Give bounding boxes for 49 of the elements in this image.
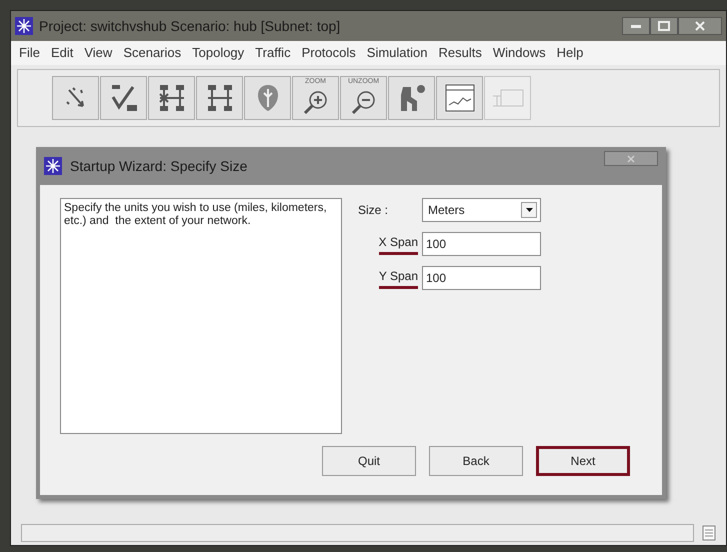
zoom-in-icon: [302, 90, 328, 114]
dropdown-arrow-button[interactable]: [521, 202, 537, 218]
zoom-out-icon: [350, 90, 376, 114]
wizard-button[interactable]: Next: [536, 446, 630, 476]
minimize-icon: [631, 24, 641, 28]
maximize-button[interactable]: [650, 17, 678, 35]
menu-item[interactable]: File: [15, 43, 44, 63]
menu-item[interactable]: Scenarios: [119, 43, 186, 63]
menu-item[interactable]: Help: [552, 43, 588, 63]
dropdown-value: Meters: [428, 202, 465, 219]
menu-item[interactable]: Edit: [46, 43, 78, 63]
toolbar-button[interactable]: [148, 76, 195, 120]
shield-icon: [256, 83, 280, 113]
linked-nodes-icon: [156, 83, 186, 113]
maximize-icon: [658, 21, 670, 31]
close-button[interactable]: [678, 17, 722, 35]
menu-item[interactable]: Topology: [188, 43, 248, 63]
menu-item[interactable]: Windows: [488, 43, 550, 63]
menu-item[interactable]: Traffic: [251, 43, 295, 63]
star-logo-icon: [15, 17, 33, 35]
toolbar-button[interactable]: [100, 76, 147, 120]
toolbar-button[interactable]: [52, 76, 99, 120]
toolbar-button[interactable]: [436, 76, 483, 120]
span-label: Y Span: [378, 267, 418, 289]
close-icon: [627, 154, 635, 162]
toolbar-button[interactable]: [388, 76, 435, 120]
menu-item[interactable]: Simulation: [362, 43, 432, 63]
star-logo-icon: [44, 157, 62, 175]
size-label: Size :: [358, 202, 390, 219]
menu-item[interactable]: View: [80, 43, 116, 63]
description-text: Specify the units you wish to use (miles, kilometers, etc.) and the extent of your network.: [64, 202, 328, 228]
dialog-title: Startup Wizard: Specify Size: [70, 156, 248, 176]
minimize-button[interactable]: [622, 17, 650, 35]
dialog-close-button[interactable]: [604, 151, 658, 166]
checkmark-network-icon: [108, 83, 138, 113]
span-input[interactable]: 100: [422, 232, 541, 256]
wizard-button[interactable]: Quit: [322, 446, 416, 476]
size-dropdown[interactable]: Meters: [422, 198, 541, 222]
close-icon: [695, 21, 705, 31]
toolbar-button[interactable]: [196, 76, 243, 120]
span-input[interactable]: 100: [422, 266, 541, 290]
span-label: X Span: [378, 233, 418, 255]
menu-item[interactable]: Protocols: [298, 43, 360, 63]
graph-window-icon: [444, 83, 476, 113]
menu-item[interactable]: Results: [434, 43, 486, 63]
caret-icon: [526, 208, 532, 212]
wizard-button[interactable]: Back: [429, 446, 523, 476]
window-title: Project: switchvshub Scenario: hub [Subnet: top]: [39, 16, 340, 36]
toolbar-button[interactable]: [244, 76, 291, 120]
